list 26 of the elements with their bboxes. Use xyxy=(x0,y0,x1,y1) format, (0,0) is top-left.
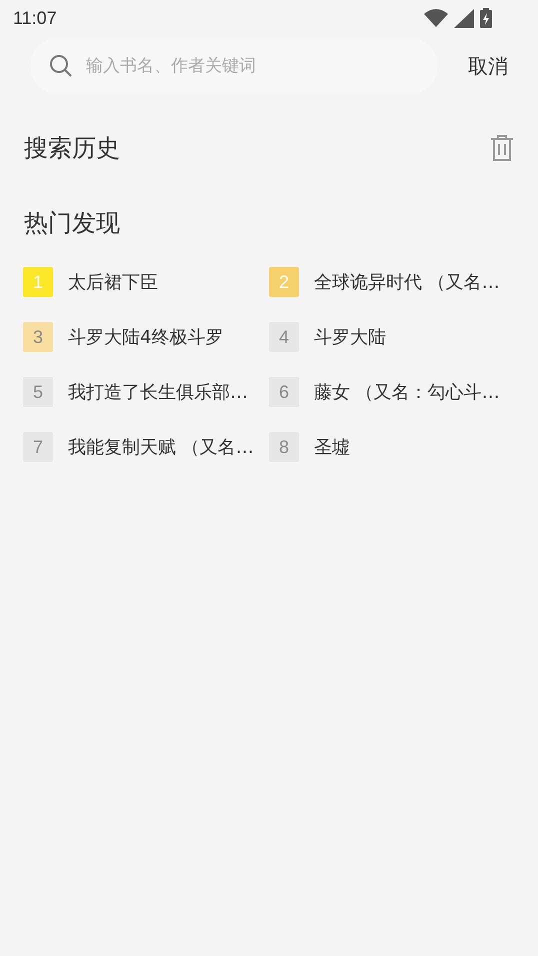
section-title: 搜索历史 xyxy=(24,133,120,164)
status-time: 11:07 xyxy=(13,8,57,28)
rank-badge: 6 xyxy=(269,377,299,407)
wifi-icon xyxy=(424,9,448,27)
book-title[interactable]: 我能复制天赋 （又名… xyxy=(68,435,254,459)
book-title[interactable]: 斗罗大陆 xyxy=(314,325,386,349)
rank-badge: 7 xyxy=(23,432,53,462)
book-title[interactable]: 藤女 （又名：勾心斗… xyxy=(314,380,500,404)
rank-badge: 4 xyxy=(269,322,299,352)
rank-badge: 5 xyxy=(23,377,53,407)
rank-badge: 1 xyxy=(23,267,53,297)
section-title: 热门发现 xyxy=(24,208,120,239)
trash-icon[interactable] xyxy=(490,134,514,162)
book-title[interactable]: 圣墟 xyxy=(314,435,350,459)
book-title[interactable]: 太后裙下臣 xyxy=(68,270,158,294)
battery-icon xyxy=(480,8,492,28)
search-icon xyxy=(50,55,72,77)
book-title[interactable]: 全球诡异时代 （又名… xyxy=(314,270,500,294)
book-title[interactable]: 斗罗大陆4终极斗罗 xyxy=(68,325,224,349)
rank-badge: 2 xyxy=(269,267,299,297)
search-field[interactable]: 输入书名、作者关键词 xyxy=(84,55,418,77)
cancel-button[interactable]: 取消 xyxy=(468,52,508,80)
rank-badge: 8 xyxy=(269,432,299,462)
signal-icon xyxy=(454,8,474,28)
book-title[interactable]: 我打造了长生俱乐部… xyxy=(68,380,248,404)
rank-badge: 3 xyxy=(23,322,53,352)
